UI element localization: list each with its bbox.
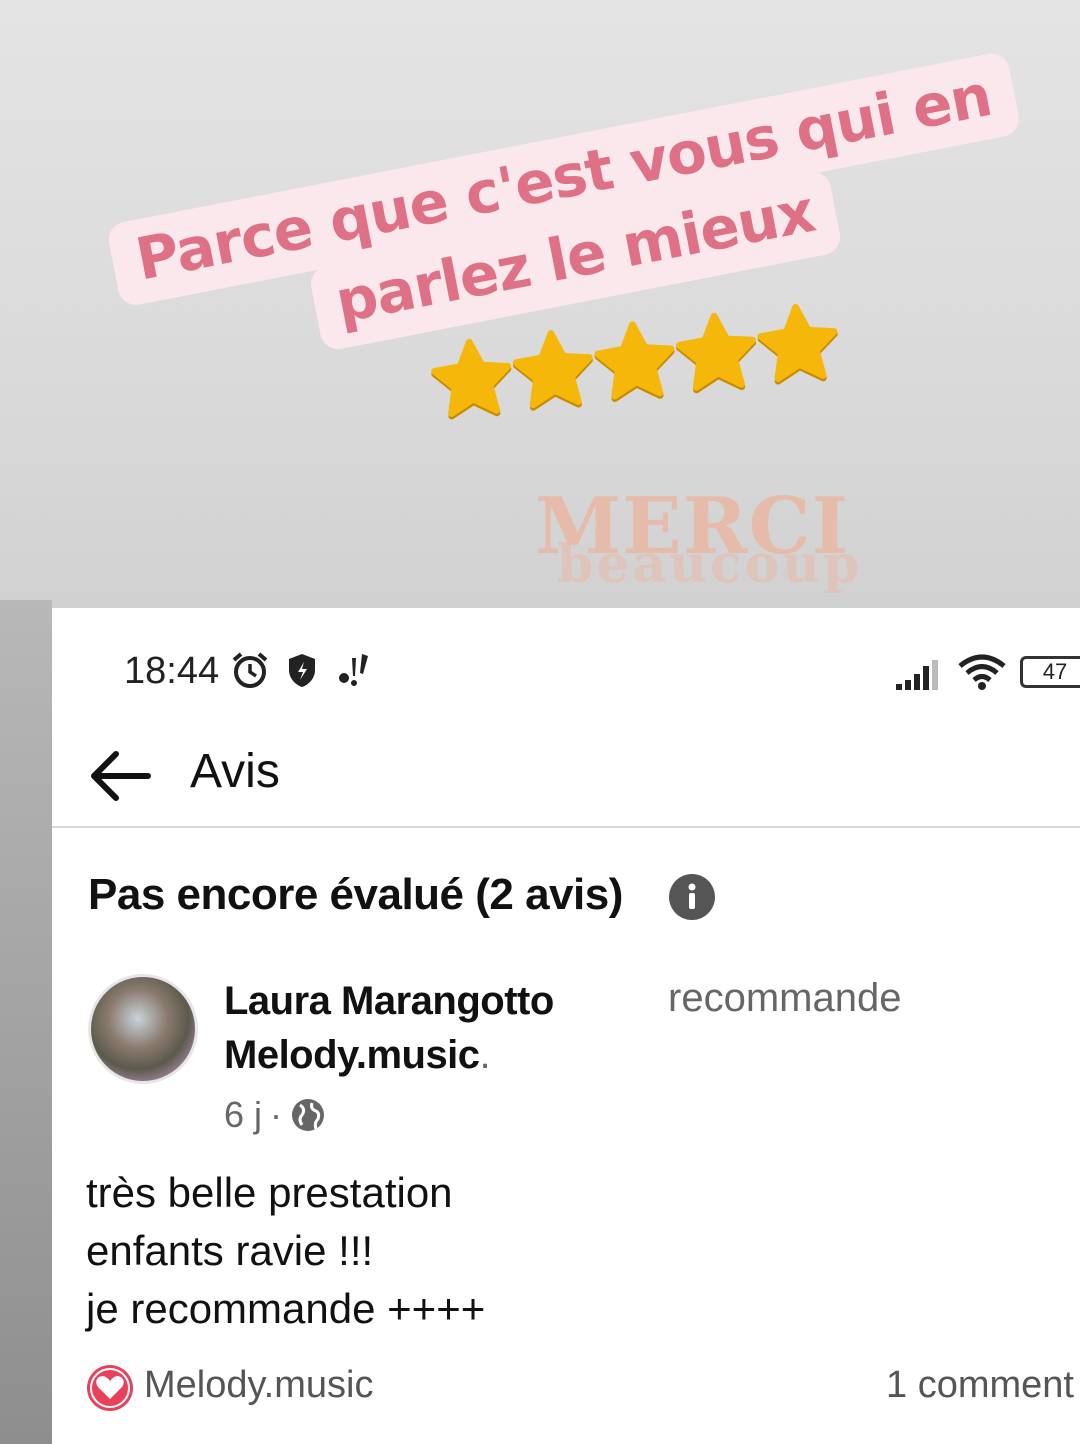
background-shade <box>0 600 52 1444</box>
page-title: Avis <box>190 745 280 798</box>
review-footer: Melody.music 1 comment <box>86 1360 1080 1416</box>
review-meta: 6 j · <box>224 1094 326 1136</box>
review-line-2: enfants ravie !!! <box>86 1227 374 1274</box>
review-text: très belle prestation enfants ravie !!! … <box>86 1164 485 1338</box>
star-icon <box>675 312 757 394</box>
globe-icon <box>292 1099 325 1131</box>
arrow-left-icon[interactable] <box>88 746 152 806</box>
signal-icon <box>896 660 938 690</box>
reviews-screenshot: 18:44 47 Avis Pas encore évalué (2 avis)… <box>52 608 1080 1444</box>
star-icon <box>757 304 838 385</box>
status-bar: 18:44 47 <box>52 608 1080 728</box>
reviews-heading: Pas encore évalué (2 avis) <box>88 870 623 919</box>
author-page[interactable]: Melody.music <box>224 1033 480 1077</box>
battery-icon: 47 <box>1020 656 1080 688</box>
star-icon <box>431 338 512 420</box>
beaucoup-text: beaucoup <box>557 534 863 595</box>
meta-separator: · <box>270 1094 283 1135</box>
review-age[interactable]: 6 j <box>224 1094 262 1136</box>
info-icon[interactable] <box>668 873 716 921</box>
notification-icon <box>339 654 368 686</box>
avatar[interactable] <box>88 974 198 1084</box>
star-icon <box>512 330 593 411</box>
recommend-label: recommande <box>668 976 902 1020</box>
review-author[interactable]: Laura Marangotto Melody.music. <box>224 974 554 1082</box>
star-icon <box>594 321 675 402</box>
app-bar: Avis <box>52 728 1080 828</box>
comments-count[interactable]: 1 comment <box>886 1364 1074 1407</box>
reaction-by[interactable]: Melody.music <box>144 1364 373 1407</box>
status-time: 18:44 <box>124 650 220 692</box>
author-name[interactable]: Laura Marangotto <box>224 974 554 1028</box>
review-line-1: très belle prestation <box>86 1169 453 1216</box>
review-line-3: je recommande ++++ <box>86 1285 486 1332</box>
battery-level: 47 <box>1042 659 1068 684</box>
wifi-icon <box>958 654 1006 690</box>
alarm-icon <box>232 652 268 688</box>
merci-sticker: MERCI beaucoup <box>527 482 860 612</box>
heart-icon[interactable] <box>86 1364 134 1412</box>
shield-icon <box>289 654 315 687</box>
author-suffix: . <box>479 1033 491 1077</box>
